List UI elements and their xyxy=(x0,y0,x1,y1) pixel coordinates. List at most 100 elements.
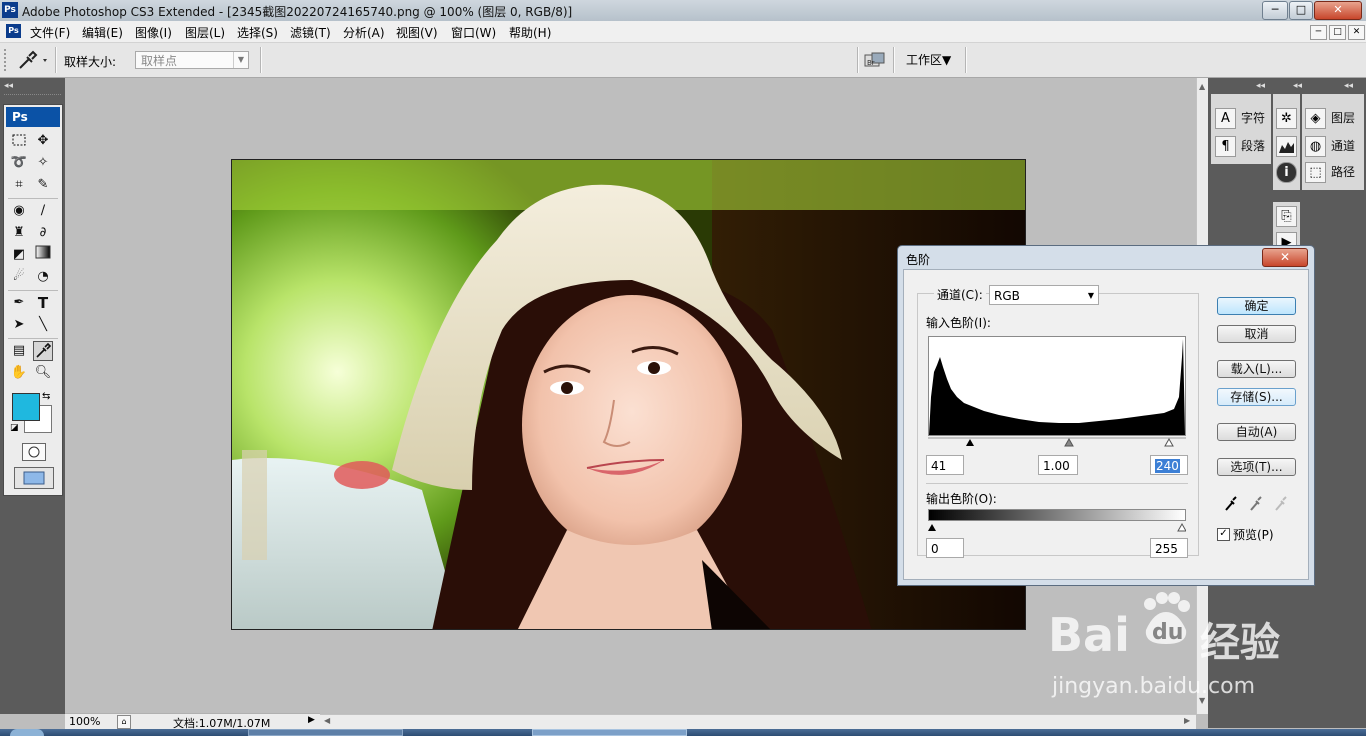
hand-tool-icon[interactable]: ✋ xyxy=(9,363,29,383)
taskbar-item[interactable] xyxy=(248,729,403,736)
tool-presets-icon[interactable]: ⎘ xyxy=(1276,206,1297,227)
tool-preset-picker[interactable] xyxy=(14,48,52,72)
auto-button[interactable]: 自动(A) xyxy=(1217,423,1296,441)
crop-tool-icon[interactable]: ⌗ xyxy=(9,175,29,195)
input-black-slider[interactable] xyxy=(966,439,974,446)
save-button[interactable]: 存储(S)... xyxy=(1217,388,1296,406)
options-bar-grip[interactable] xyxy=(4,49,10,71)
output-white-field[interactable]: 255 xyxy=(1150,538,1188,558)
slice-tool-icon[interactable]: ✎ xyxy=(33,175,53,195)
healing-brush-tool-icon[interactable]: ◉ xyxy=(9,201,29,221)
pen-tool-icon[interactable]: ✒ xyxy=(9,293,29,313)
menu-help[interactable]: 帮助(H) xyxy=(509,24,551,41)
close-button[interactable]: ✕ xyxy=(1314,1,1362,20)
start-button[interactable] xyxy=(10,729,44,736)
menu-file[interactable]: 文件(F) xyxy=(30,24,70,41)
input-slider-track[interactable] xyxy=(928,436,1186,447)
dialog-close-button[interactable]: ✕ xyxy=(1262,248,1308,267)
layers-icon[interactable]: ◈ xyxy=(1305,108,1326,129)
menu-layer[interactable]: 图层(L) xyxy=(185,24,225,41)
screen-mode-icon[interactable] xyxy=(14,467,54,489)
menu-window[interactable]: 窗口(W) xyxy=(451,24,496,41)
swap-colors-icon[interactable]: ⇆ xyxy=(42,391,50,402)
paragraph-panel-label[interactable]: 段落 xyxy=(1241,135,1265,157)
workspace-button[interactable]: 工作区▼ xyxy=(906,51,951,68)
output-white-slider[interactable] xyxy=(1177,522,1187,532)
menu-select[interactable]: 选择(S) xyxy=(237,24,278,41)
type-tool-icon[interactable]: T xyxy=(33,293,53,313)
input-white-slider[interactable] xyxy=(1164,437,1174,447)
input-gamma-slider[interactable] xyxy=(1064,437,1074,447)
character-panel-icon[interactable]: A xyxy=(1215,108,1236,129)
menu-view[interactable]: 视图(V) xyxy=(396,24,438,41)
input-black-field[interactable]: 41 xyxy=(926,455,964,475)
channels-icon[interactable]: ◍ xyxy=(1305,136,1326,157)
path-selection-tool-icon[interactable]: ➤ xyxy=(9,315,29,335)
sample-size-dropdown[interactable]: 取样点 ▼ xyxy=(135,51,249,69)
output-slider-track[interactable] xyxy=(928,521,1187,532)
output-black-field[interactable]: 0 xyxy=(926,538,964,558)
magic-wand-tool-icon[interactable]: ✧ xyxy=(33,153,53,173)
channel-dropdown[interactable]: RGB ▼ xyxy=(989,285,1099,305)
menu-image[interactable]: 图像(I) xyxy=(135,24,172,41)
scroll-right-icon[interactable]: ▶ xyxy=(1184,716,1190,725)
input-white-field[interactable]: 240 xyxy=(1150,455,1188,475)
collapse-arrows-icon[interactable]: ◂◂ xyxy=(1293,81,1302,91)
default-colors-icon[interactable]: ◪ xyxy=(10,423,19,433)
info-icon[interactable]: i xyxy=(1276,162,1297,183)
doc-close-button[interactable]: ✕ xyxy=(1348,25,1365,40)
collapse-arrows-icon[interactable]: ◂◂ xyxy=(1256,81,1265,91)
options-button[interactable]: 选项(T)... xyxy=(1217,458,1296,476)
maximize-button[interactable]: □ xyxy=(1289,1,1313,20)
navigator-icon[interactable]: ✲ xyxy=(1276,108,1297,129)
black-point-eyedropper-icon[interactable] xyxy=(1224,494,1238,512)
notes-tool-icon[interactable]: ▤ xyxy=(9,341,29,361)
collapse-arrows-icon[interactable]: ◂◂ xyxy=(1344,81,1353,91)
load-button[interactable]: 载入(L)... xyxy=(1217,360,1296,378)
document-ps-icon[interactable]: Ps xyxy=(6,24,21,38)
collapse-arrows-icon[interactable]: ◂◂ xyxy=(4,81,13,91)
zoom-level[interactable]: 100% xyxy=(69,715,100,728)
layers-panel-label[interactable]: 图层 xyxy=(1331,107,1355,129)
clone-stamp-tool-icon[interactable]: ♜ xyxy=(9,223,29,243)
gray-point-eyedropper-icon[interactable] xyxy=(1249,494,1263,512)
bridge-icon[interactable]: Br xyxy=(864,52,886,69)
scroll-left-icon[interactable]: ◀ xyxy=(324,716,330,725)
paths-panel-label[interactable]: 路径 xyxy=(1331,161,1355,183)
dodge-tool-icon[interactable]: ◔ xyxy=(33,267,53,287)
line-tool-icon[interactable]: ╲ xyxy=(33,315,53,335)
white-point-eyedropper-icon[interactable] xyxy=(1274,494,1288,512)
marquee-tool-icon[interactable] xyxy=(9,131,29,151)
scroll-up-icon[interactable]: ▲ xyxy=(1199,82,1205,91)
doc-restore-button[interactable]: □ xyxy=(1329,25,1346,40)
preview-checkbox[interactable]: ✓ xyxy=(1217,528,1230,541)
scroll-down-icon[interactable]: ▼ xyxy=(1199,696,1205,705)
input-gamma-field[interactable]: 1.00 xyxy=(1038,455,1078,475)
horizontal-scrollbar[interactable]: ◀ ▶ xyxy=(320,714,1196,729)
foreground-color-swatch[interactable] xyxy=(12,393,40,421)
status-icon[interactable]: ⌂ xyxy=(117,715,131,729)
paths-icon[interactable]: ⬚ xyxy=(1305,162,1326,183)
eyedropper-tool-icon[interactable] xyxy=(33,341,53,361)
status-menu-arrow-icon[interactable]: ▶ xyxy=(308,715,315,725)
histogram-icon[interactable] xyxy=(1276,136,1297,157)
menu-edit[interactable]: 编辑(E) xyxy=(82,24,123,41)
zoom-tool-icon[interactable]: 🔍︎ xyxy=(33,363,53,383)
minimize-button[interactable]: ─ xyxy=(1262,1,1288,20)
channels-panel-label[interactable]: 通道 xyxy=(1331,135,1355,157)
output-black-slider[interactable] xyxy=(928,524,936,531)
cancel-button[interactable]: 取消 xyxy=(1217,325,1296,343)
lasso-tool-icon[interactable]: ➰ xyxy=(9,153,29,173)
character-panel-label[interactable]: 字符 xyxy=(1241,107,1265,129)
gradient-tool-icon[interactable] xyxy=(33,245,53,265)
eraser-tool-icon[interactable]: ◩ xyxy=(9,245,29,265)
move-tool-icon[interactable]: ✥ xyxy=(33,131,53,151)
toolbox-grip[interactable] xyxy=(4,94,61,98)
menu-filter[interactable]: 滤镜(T) xyxy=(290,24,331,41)
menu-analysis[interactable]: 分析(A) xyxy=(343,24,385,41)
doc-minimize-button[interactable]: ─ xyxy=(1310,25,1327,40)
taskbar-item[interactable] xyxy=(532,729,687,736)
history-brush-tool-icon[interactable]: ∂ xyxy=(33,223,53,243)
brush-tool-icon[interactable]: ∕ xyxy=(33,201,53,221)
ok-button[interactable]: 确定 xyxy=(1217,297,1296,315)
